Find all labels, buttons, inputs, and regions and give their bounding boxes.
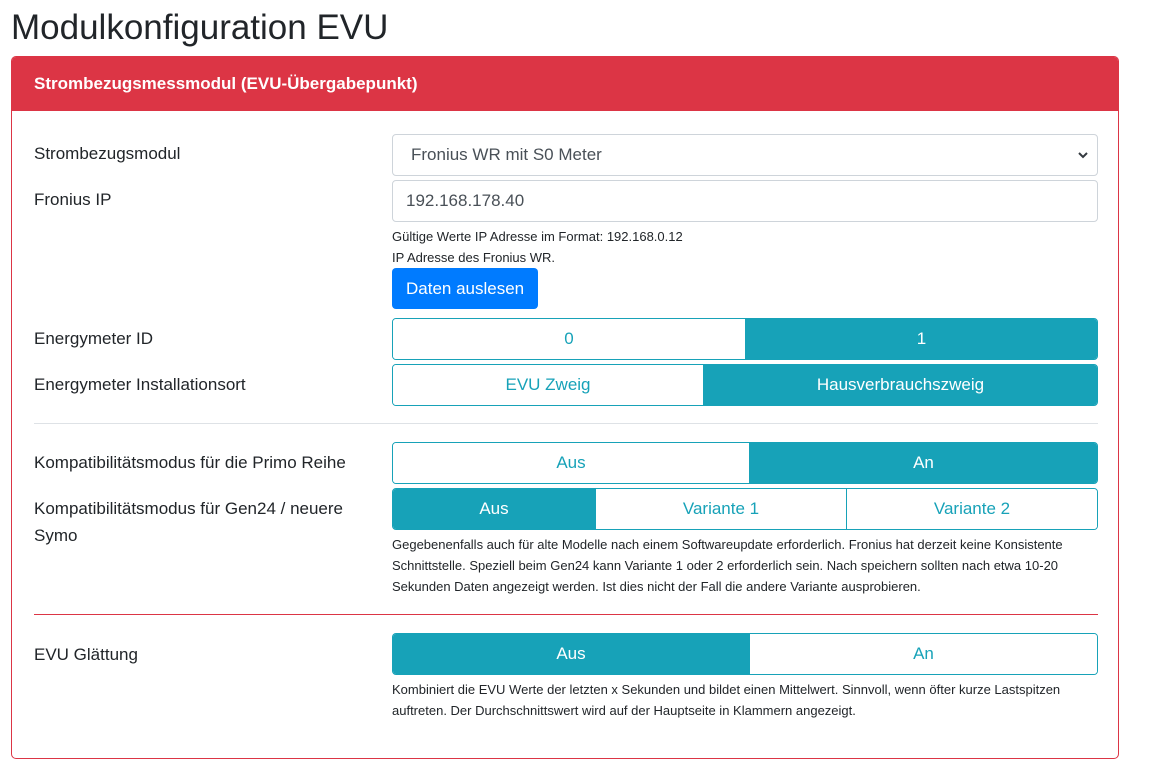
evu-module-card: Strombezugsmessmodul (EVU-Übergabepunkt)… [11,56,1119,759]
energymeter-id-option-1[interactable]: 1 [745,319,1097,359]
smoothing-label: EVU Glättung [34,645,138,664]
card-header: Strombezugsmessmodul (EVU-Übergabepunkt) [12,57,1118,111]
gen24-compat-label: Kompatibilitätsmodus für Gen24 / neuere … [34,499,344,545]
divider [34,423,1098,424]
gen24-compat-option-variant2[interactable]: Variante 2 [846,489,1097,529]
install-location-toggle: EVU Zweig Hausverbrauchszweig [392,364,1098,406]
energymeter-id-toggle: 0 1 [392,318,1098,360]
divider-red [34,614,1098,615]
ip-input[interactable]: 192.168.178.40 [392,180,1098,222]
smoothing-option-on[interactable]: An [749,634,1097,674]
ip-help-description: IP Adresse des Fronius WR. [392,250,556,265]
chevron-down-icon [1078,152,1088,159]
ip-help-format: Gültige Werte IP Adresse im Format: 192.… [392,229,683,244]
page-title: Modulkonfiguration EVU [11,8,389,47]
install-location-option-evu[interactable]: EVU Zweig [393,365,703,405]
read-data-button[interactable]: Daten auslesen [392,268,539,309]
primo-compat-label: Kompatibilitätsmodus für die Primo Reihe [34,453,346,472]
primo-compat-option-off[interactable]: Aus [393,443,749,483]
install-location-option-house[interactable]: Hausverbrauchszweig [703,365,1097,405]
install-location-label: Energymeter Installationsort [34,375,246,394]
primo-compat-toggle: Aus An [392,442,1098,484]
smoothing-help: Kombiniert die EVU Werte der letzten x S… [392,682,1061,718]
ip-label: Fronius IP [34,190,112,209]
gen24-compat-toggle: Aus Variante 1 Variante 2 [392,488,1098,530]
energymeter-id-label: Energymeter ID [34,329,154,348]
module-label: Strombezugsmodul [34,144,181,163]
module-select[interactable]: Fronius WR mit S0 Meter [392,134,1098,176]
primo-compat-option-on[interactable]: An [749,443,1097,483]
gen24-compat-option-variant1[interactable]: Variante 1 [595,489,846,529]
smoothing-toggle: Aus An [392,633,1098,675]
smoothing-option-off[interactable]: Aus [393,634,749,674]
energymeter-id-option-0[interactable]: 0 [393,319,745,359]
gen24-compat-option-off[interactable]: Aus [393,489,595,529]
module-select-value: Fronius WR mit S0 Meter [411,145,602,164]
gen24-compat-help: Gegebenenfalls auch für alte Modelle nac… [392,537,1063,594]
